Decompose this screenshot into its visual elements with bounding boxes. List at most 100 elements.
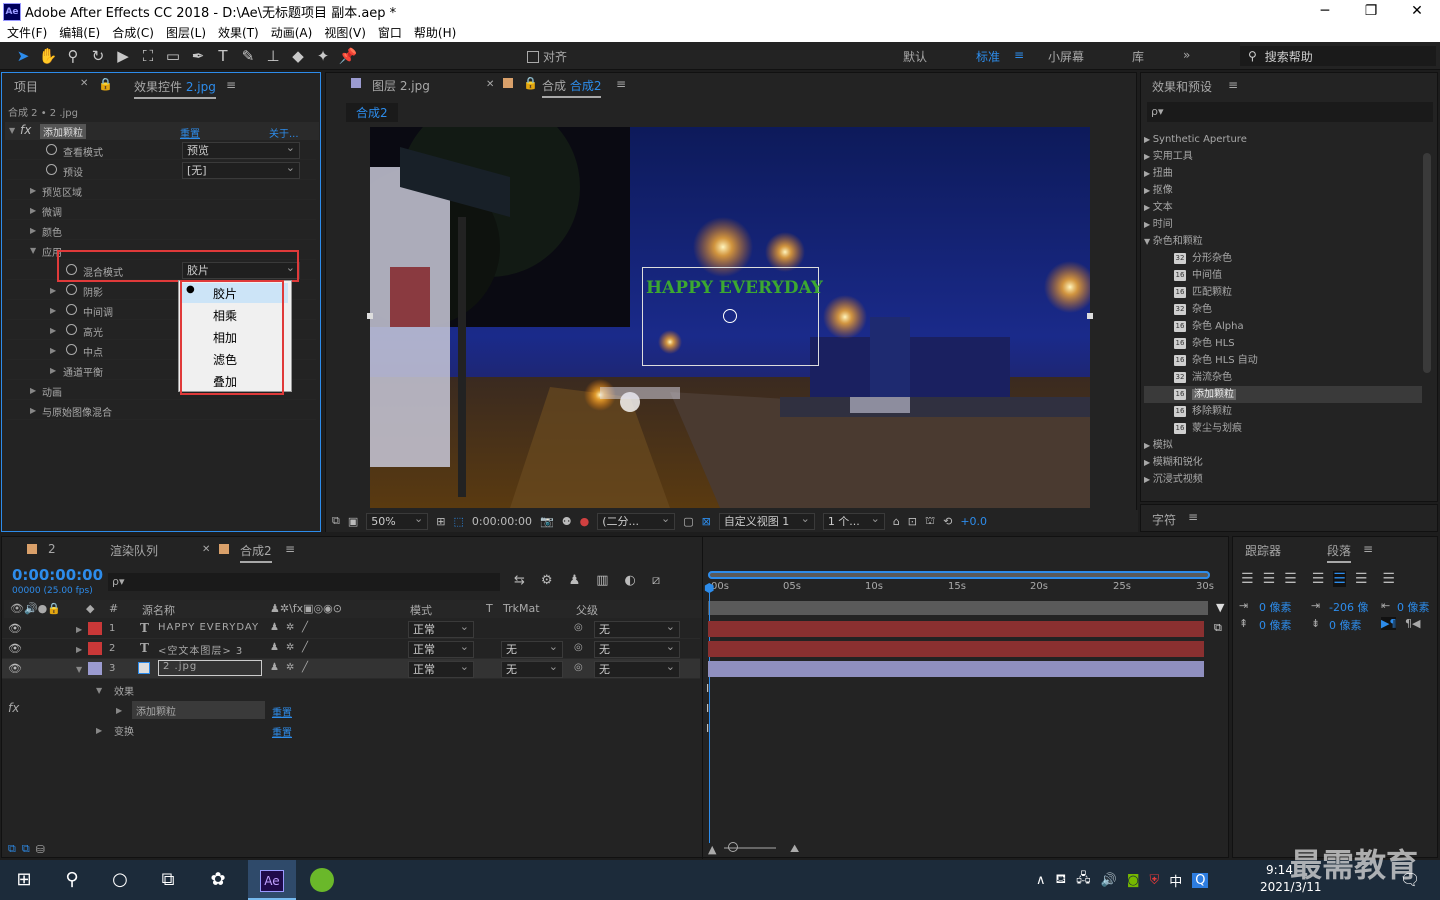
trkmat-select[interactable]: 无 <box>501 659 563 678</box>
clone-stamp-tool-icon[interactable]: ⊥ <box>262 45 284 67</box>
view-layout-select[interactable]: 1 个... <box>822 511 885 530</box>
zoom-in-icon[interactable]: ⛰ <box>790 842 799 856</box>
justify-left-icon[interactable]: ☰ <box>1312 571 1325 587</box>
expand-triangle-icon[interactable]: ▶ <box>76 645 82 654</box>
in-out-toggle-icon[interactable]: ⛁ <box>36 843 45 856</box>
collapse-switch-icon[interactable]: ✲ <box>286 642 294 653</box>
group-color[interactable]: ▶ 颜色 <box>6 220 316 240</box>
shy-switch-icon[interactable]: ♟ <box>270 622 279 633</box>
tray-app-icon[interactable]: ⛾ <box>1056 872 1067 889</box>
collapse-triangle-icon[interactable]: ▼ <box>30 246 36 255</box>
toggle-transparency-icon[interactable]: ⊠ <box>702 515 711 528</box>
indent-left-value[interactable]: 0 像素 <box>1259 599 1292 615</box>
pinned-app-2-button[interactable] <box>298 860 346 900</box>
menu-view[interactable]: 视图(V) <box>324 24 366 41</box>
maximize-button[interactable]: ❐ <box>1348 0 1394 23</box>
workspace-small-screen[interactable]: 小屏幕 <box>1048 48 1084 65</box>
expand-triangle-icon[interactable]: ▶ <box>50 286 56 295</box>
effects-category[interactable]: ▶ Synthetic Aperture <box>1144 131 1422 148</box>
menu-composition[interactable]: 合成(C) <box>112 24 154 41</box>
effects-category[interactable]: ▶ 模糊和锐化 <box>1144 454 1422 471</box>
expand-triangle-icon[interactable]: ▶ <box>30 186 36 195</box>
shy-switch-icon[interactable]: ♟ <box>270 662 279 673</box>
expand-triangle-icon[interactable]: ▶ <box>1144 475 1153 484</box>
effects-item[interactable]: 16 杂色 HLS <box>1144 335 1422 352</box>
expand-triangle-icon[interactable]: ▶ <box>50 366 56 375</box>
roi-icon[interactable]: ▢ <box>683 515 693 528</box>
timeline-timecode[interactable]: 0:00:00:00 <box>12 566 103 584</box>
effects-item[interactable]: 16 移除颗粒 <box>1144 403 1422 420</box>
parent-select[interactable]: 无 <box>594 639 680 658</box>
graph-editor-icon[interactable]: ⧄ <box>652 573 660 588</box>
expand-triangle-icon[interactable]: ▶ <box>1144 135 1153 144</box>
current-time[interactable]: 0:00:00:00 <box>472 515 532 528</box>
comp-flowchart-icon[interactable]: ⇆ <box>514 573 525 588</box>
layer-row[interactable]: 👁 ▶ 1 T HAPPY EVERYDAY ♟ ✲ ╱ 正常 ◎ 无 <box>2 619 700 639</box>
tray-overflow-icon[interactable]: ∧ <box>1036 873 1046 888</box>
workspace-default[interactable]: 默认 <box>903 48 927 65</box>
tab-composition[interactable]: 合成 合成2 <box>542 77 602 98</box>
tab-render-queue[interactable]: 渲染队列 <box>110 542 158 559</box>
menu-window[interactable]: 窗口 <box>378 24 402 41</box>
effects-item[interactable]: 32 杂色 <box>1144 301 1422 318</box>
panel-menu-icon[interactable]: ≡ <box>1228 78 1238 92</box>
expand-triangle-icon[interactable]: ▶ <box>1144 169 1153 178</box>
stopwatch-icon[interactable] <box>46 164 57 175</box>
menu-animation[interactable]: 动画(A) <box>271 24 313 41</box>
expand-triangle-icon[interactable]: ▶ <box>1144 220 1153 229</box>
expand-triangle-icon[interactable]: ▶ <box>96 726 102 735</box>
collapse-triangle-icon[interactable]: ▼ <box>76 665 82 674</box>
visibility-eye-icon[interactable]: 👁 <box>8 622 22 635</box>
stopwatch-icon[interactable] <box>66 324 77 335</box>
collapse-switch-icon[interactable]: ✲ <box>286 622 294 633</box>
channel-icon[interactable]: ● <box>580 515 590 528</box>
effects-category[interactable]: ▶ 扭曲 <box>1144 165 1422 182</box>
after-effects-taskbar-button[interactable]: Ae <box>248 860 296 900</box>
expand-triangle-icon[interactable]: ▶ <box>1144 152 1153 161</box>
layer-handle-left[interactable] <box>367 313 373 319</box>
search-taskbar-icon[interactable]: ⚲ <box>48 860 96 900</box>
rtl-direction-icon[interactable]: ¶◀ <box>1405 617 1420 630</box>
comp-button-icon[interactable]: ⧉ <box>1214 621 1222 635</box>
volume-icon[interactable]: 🔊 <box>1101 873 1117 888</box>
effects-item[interactable]: 16 杂色 Alpha <box>1144 318 1422 335</box>
reset-link[interactable]: 重置 <box>180 125 200 140</box>
layer-duration-bar[interactable] <box>708 661 1204 677</box>
qq-icon[interactable]: Q <box>1192 872 1209 888</box>
align-left-icon[interactable]: ☰ <box>1241 571 1254 587</box>
shy-switch-icon[interactable]: ♟ <box>270 642 279 653</box>
layer-duration-bar[interactable] <box>708 641 1204 657</box>
layer-name[interactable]: HAPPY EVERYDAY <box>158 622 259 633</box>
snap-checkbox[interactable] <box>527 50 539 63</box>
workspace-more-button[interactable]: » <box>1183 48 1190 62</box>
snapshot-icon[interactable]: 📷 <box>540 515 554 528</box>
selection-tool-icon[interactable]: ➤ <box>12 45 34 67</box>
layer-handle-right[interactable] <box>1087 313 1093 319</box>
indent-right-value[interactable]: 0 像素 <box>1397 599 1430 615</box>
tab-close-icon[interactable]: ✕ <box>80 78 88 89</box>
zoom-slider-thumb[interactable] <box>728 842 738 852</box>
frame-blending-icon[interactable]: ▥ <box>596 573 608 588</box>
align-right-icon[interactable]: ☰ <box>1284 571 1297 587</box>
rotate-tool-icon[interactable]: ↻ <box>87 45 109 67</box>
zoom-out-icon[interactable]: ▲ <box>708 843 716 856</box>
expand-triangle-icon[interactable]: ▶ <box>30 206 36 215</box>
align-center-icon[interactable]: ☰ <box>1263 571 1276 587</box>
close-button[interactable]: ✕ <box>1394 0 1440 23</box>
space-after-value[interactable]: 0 像素 <box>1329 617 1362 633</box>
label-color-swatch[interactable] <box>88 642 102 655</box>
quality-switch-icon[interactable]: ╱ <box>302 642 308 653</box>
transform-reset-link[interactable]: 重置 <box>272 724 292 739</box>
stopwatch-icon[interactable] <box>66 284 77 295</box>
magnification-select[interactable]: 50% <box>366 511 429 530</box>
effects-item[interactable]: 32 湍流杂色 <box>1144 369 1422 386</box>
panel-menu-icon[interactable]: ≡ <box>1363 542 1373 556</box>
cortana-icon[interactable]: ○ <box>96 860 144 900</box>
layer-row[interactable]: 👁 ▶ 2 T <空文本图层> 3 ♟ ✲ ╱ 正常 无 ◎ 无 <box>2 639 700 659</box>
blend-mode-select[interactable]: 正常 <box>408 619 474 638</box>
parent-select[interactable]: 无 <box>594 619 680 638</box>
composition-canvas[interactable]: HAPPY EVERYDAY <box>370 127 1090 508</box>
security-icon[interactable]: ⛨ <box>1149 873 1159 888</box>
lock-icon[interactable]: 🔒 <box>523 76 538 90</box>
tab-effect-controls[interactable]: 效果控件 2.jpg <box>134 78 216 99</box>
